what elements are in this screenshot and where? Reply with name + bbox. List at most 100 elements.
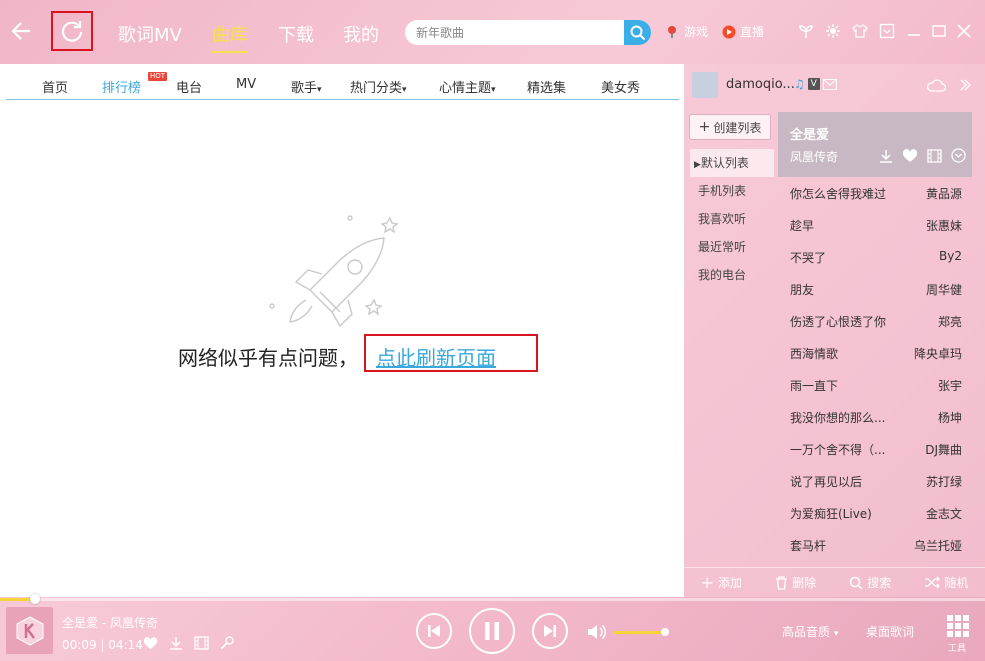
user-badges: ♫ V <box>794 77 837 91</box>
minimize-button[interactable] <box>905 22 923 40</box>
shirt-icon <box>852 24 868 38</box>
song-row[interactable]: 不哭了 By2 <box>778 241 972 273</box>
microphone-icon[interactable] <box>220 636 234 650</box>
playlist-recent[interactable]: 最近常听 <box>690 233 774 261</box>
mv-film-icon[interactable] <box>194 636 209 650</box>
subnav-home[interactable]: 首页 <box>42 77 68 96</box>
games-link[interactable]: 游戏 <box>666 23 708 40</box>
song-row[interactable]: 说了再见以后 苏打绿 <box>778 465 972 497</box>
grid-icon <box>947 615 969 637</box>
download-icon[interactable] <box>169 636 183 650</box>
song-row[interactable]: 趁早 张惠妹 <box>778 209 972 241</box>
avatar[interactable] <box>692 72 718 98</box>
skin-button[interactable] <box>824 22 842 40</box>
song-row[interactable]: 雨一直下 张宇 <box>778 369 972 401</box>
song-row[interactable]: 西海情歌 降央卓玛 <box>778 337 972 369</box>
song-artist: 金志文 <box>925 507 962 521</box>
tools-button[interactable]: 工具 <box>945 614 971 654</box>
playlist-mobile[interactable]: 手机列表 <box>690 177 774 205</box>
playlist-my-radio[interactable]: 我的电台 <box>690 261 774 289</box>
back-button[interactable] <box>8 16 38 46</box>
next-button[interactable] <box>532 613 568 649</box>
add-button[interactable]: + 添加 <box>701 573 742 592</box>
more-options-icon[interactable] <box>951 148 966 163</box>
subnav-moods[interactable]: 心情主题▾ <box>439 77 496 96</box>
song-row[interactable]: 我没你想的那么... 杨坤 <box>778 401 972 433</box>
collapse-panel-icon[interactable] <box>959 79 971 91</box>
song-title: 我没你想的那么... <box>790 411 886 425</box>
playlist-actions: + 添加 删除 搜索 随机 <box>684 567 985 597</box>
volume-fill <box>614 631 666 634</box>
song-artist: 张惠妹 <box>925 219 962 233</box>
song-artist: 苏打绿 <box>925 475 962 489</box>
previous-icon <box>428 625 440 637</box>
random-label: 随机 <box>944 576 969 590</box>
song-artist: 杨坤 <box>937 411 962 425</box>
create-list-button[interactable]: + 创建列表 <box>689 114 771 140</box>
top-bar: 歌词MV 曲库 下载 我的 游戏 直播 <box>0 0 985 64</box>
song-artist: 降央卓玛 <box>913 347 962 361</box>
song-row[interactable]: 朋友 周华健 <box>778 273 972 305</box>
subnav-beauty-show[interactable]: 美女秀 <box>601 77 640 96</box>
album-art[interactable] <box>6 607 53 654</box>
song-row[interactable]: 一万个舍不得（... DJ舞曲 <box>778 433 972 465</box>
subnav-collections[interactable]: 精选集 <box>527 77 566 96</box>
song-title: 雨一直下 <box>790 379 839 393</box>
menu-button[interactable] <box>878 22 896 40</box>
refresh-button[interactable] <box>51 11 93 51</box>
desktop-lyrics-button[interactable]: 桌面歌词 <box>866 623 914 640</box>
library-subnav: 首页 排行榜 HOT 电台 MV 歌手▾ 热门分类▾ 心情主题▾ 精选集 美女秀 <box>6 64 679 100</box>
search-list-button[interactable]: 搜索 <box>849 574 891 591</box>
previous-button[interactable] <box>416 613 452 649</box>
track-actions <box>143 636 234 650</box>
subnav-radio[interactable]: 电台 <box>176 77 202 96</box>
song-title: 套马杆 <box>790 539 827 553</box>
cloud-icon[interactable] <box>926 79 946 92</box>
next-icon <box>544 625 556 637</box>
games-label: 游戏 <box>684 25 709 39</box>
sprout-button[interactable] <box>797 22 815 40</box>
song-row[interactable]: 伤透了心恨透了你 郑亮 <box>778 305 972 337</box>
close-button[interactable] <box>955 22 973 40</box>
playlist-default[interactable]: ▶默认列表 <box>690 149 774 177</box>
tab-mine[interactable]: 我的 <box>343 21 379 47</box>
music-note-icon: ♫ <box>794 77 805 91</box>
sound-quality-select[interactable]: 高品音质 ▾ <box>782 623 838 640</box>
heart-icon[interactable] <box>143 636 158 650</box>
song-list: 全是爱 凤凰传奇 你怎么舍得我难过 黄品源 趁早 张惠妹 不哭了 By2 朋友 周华健 … <box>778 112 978 560</box>
volume-handle[interactable] <box>661 628 670 636</box>
now-playing-row[interactable]: 全是爱 凤凰传奇 <box>778 112 972 177</box>
user-name[interactable]: damoqio... <box>726 77 795 92</box>
delete-button[interactable]: 删除 <box>775 574 816 591</box>
subnav-singers-label: 歌手 <box>291 81 318 96</box>
subnav-charts[interactable]: 排行榜 <box>102 77 141 96</box>
song-row[interactable]: 你怎么舍得我难过 黄品源 <box>778 177 972 209</box>
search-button[interactable] <box>624 20 651 45</box>
song-title: 说了再见以后 <box>790 475 863 489</box>
tab-library[interactable]: 曲库 <box>212 21 248 53</box>
download-icon[interactable] <box>879 149 893 163</box>
song-artist: 黄品源 <box>925 187 962 201</box>
refresh-page-link[interactable]: 点此刷新页面 <box>376 342 496 371</box>
heart-icon[interactable] <box>902 148 918 163</box>
subnav-mv[interactable]: MV <box>236 77 256 92</box>
random-mode-button[interactable]: 随机 <box>924 574 968 591</box>
subnav-singers[interactable]: 歌手▾ <box>291 77 322 96</box>
pause-button[interactable] <box>469 608 515 654</box>
song-row[interactable]: 为爱痴狂(Live) 金志文 <box>778 497 972 529</box>
volume-slider[interactable] <box>614 628 670 636</box>
playlist-favorites[interactable]: 我喜欢听 <box>690 205 774 233</box>
wardrobe-button[interactable] <box>851 22 869 40</box>
subnav-genres[interactable]: 热门分类▾ <box>350 77 407 96</box>
mail-icon[interactable] <box>822 78 837 90</box>
mv-film-icon[interactable] <box>927 148 942 163</box>
live-link[interactable]: 直播 <box>722 23 764 40</box>
tab-lyrics-mv[interactable]: 歌词MV <box>118 21 182 47</box>
song-artist: DJ舞曲 <box>925 443 962 457</box>
search-input[interactable] <box>405 20 625 45</box>
tab-download[interactable]: 下载 <box>278 21 314 47</box>
song-row[interactable]: 套马杆 乌兰托娅 <box>778 529 972 561</box>
time-separator: | <box>96 638 109 652</box>
volume-icon[interactable] <box>586 623 606 641</box>
maximize-button[interactable] <box>930 22 948 40</box>
